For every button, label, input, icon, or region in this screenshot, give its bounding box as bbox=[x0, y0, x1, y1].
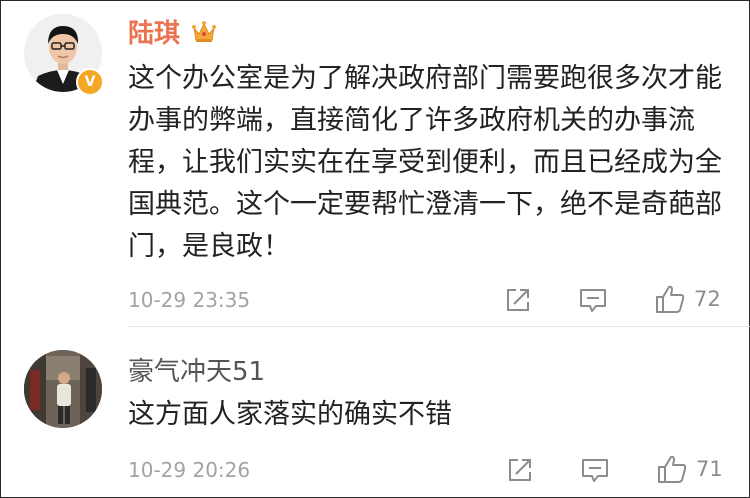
share-icon bbox=[507, 289, 529, 311]
comment-timestamp: 10-29 20:26 bbox=[128, 458, 251, 482]
thumbs-up-icon bbox=[658, 455, 687, 483]
like-button[interactable]: 72 bbox=[654, 283, 721, 315]
share-icon bbox=[509, 459, 531, 481]
comment-text: 这方面人家落实的确实不错 bbox=[128, 399, 452, 430]
like-button[interactable]: 71 bbox=[656, 453, 723, 485]
comment-item: 豪气冲天51 这方面人家落实的确实不错 10-29 20:26 71 bbox=[0, 328, 750, 498]
username[interactable]: 陆琪 bbox=[128, 18, 180, 50]
comment-item: V 陆琪 这个办公室是为了解决政府部门需要跑很多次才能办事的弊端，直接简化了许多… bbox=[0, 0, 750, 327]
share-button[interactable] bbox=[504, 286, 532, 314]
thumbs-up-icon bbox=[656, 285, 685, 313]
verified-badge-icon: V bbox=[76, 68, 104, 96]
crown-icon bbox=[192, 21, 216, 42]
comment-timestamp: 10-29 23:35 bbox=[128, 288, 251, 312]
share-button[interactable] bbox=[506, 456, 534, 484]
avatar-photo bbox=[24, 350, 102, 428]
like-count: 71 bbox=[696, 457, 723, 481]
avatar[interactable] bbox=[24, 350, 102, 428]
username[interactable]: 豪气冲天51 bbox=[128, 356, 265, 388]
reply-button[interactable] bbox=[580, 456, 610, 484]
reply-button[interactable] bbox=[578, 286, 608, 314]
divider bbox=[128, 326, 750, 327]
comment-icon bbox=[580, 289, 606, 312]
like-count: 72 bbox=[694, 287, 721, 311]
comment-icon bbox=[582, 459, 608, 482]
comment-text: 这个办公室是为了解决政府部门需要跑很多次才能办事的弊端，直接简化了许多政府机关的… bbox=[128, 63, 722, 262]
